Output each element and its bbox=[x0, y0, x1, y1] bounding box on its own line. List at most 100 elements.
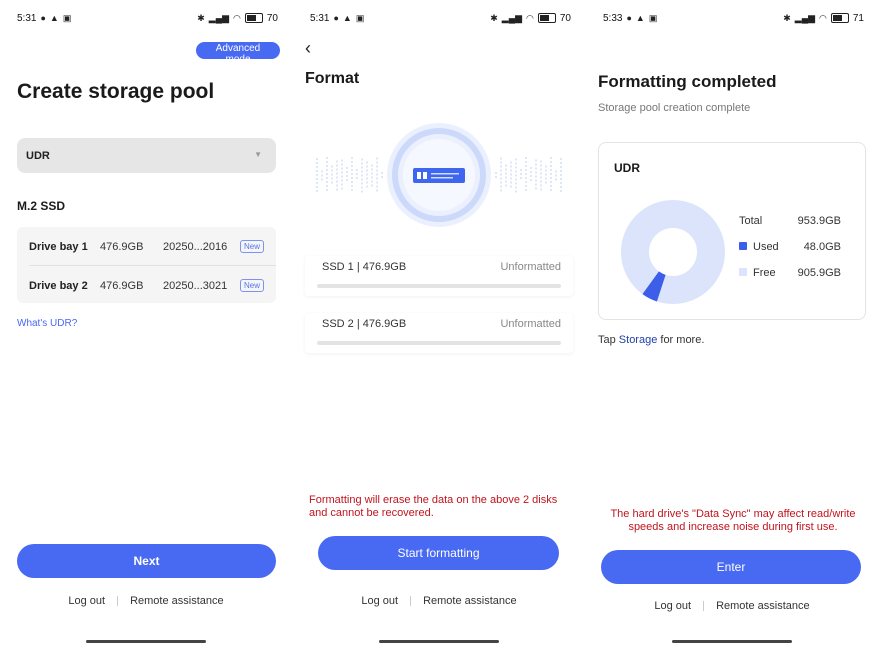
footer-links: Log out Remote assistance bbox=[0, 595, 292, 607]
format-screen: 5:31 ● ▲ ▣ ✱ ▂▄▆ ◠ 70 ‹ Format SSD 1 | 4… bbox=[293, 0, 585, 650]
wifi-icon: ◠ bbox=[526, 12, 534, 23]
wave-dot bbox=[371, 172, 373, 175]
wifi-icon: ◠ bbox=[819, 12, 827, 23]
wave-dot bbox=[535, 175, 537, 178]
wave-dot bbox=[510, 177, 512, 180]
wave-dot bbox=[356, 177, 358, 179]
wave-dot bbox=[560, 182, 562, 184]
formatting-completed-screen: 5:33 ● ▲ ▣ ✱ ▂▄▆ ◠ 71 Formatting complet… bbox=[586, 0, 878, 650]
page-title: Create storage pool bbox=[17, 80, 215, 103]
wave-dot bbox=[316, 190, 318, 192]
battery-level: 70 bbox=[266, 12, 278, 24]
wave-dot bbox=[326, 189, 328, 191]
progress-bar bbox=[317, 341, 561, 345]
drive-size: 476.9GB bbox=[100, 240, 144, 253]
wave-dot bbox=[505, 184, 507, 187]
logout-link[interactable]: Log out bbox=[361, 595, 398, 607]
logout-link[interactable]: Log out bbox=[68, 595, 105, 607]
wave-dot bbox=[505, 172, 507, 175]
wave-dot bbox=[560, 190, 562, 192]
remote-assistance-link[interactable]: Remote assistance bbox=[423, 595, 517, 607]
divider bbox=[410, 596, 412, 606]
wave-dot bbox=[376, 169, 378, 172]
wave-dot bbox=[510, 185, 512, 188]
wave-dot bbox=[525, 185, 527, 187]
notification-icon: ▲ bbox=[635, 13, 645, 23]
wave-dot bbox=[316, 158, 318, 160]
logout-link[interactable]: Log out bbox=[654, 600, 691, 612]
wave-dot bbox=[341, 187, 343, 190]
wave-dot bbox=[540, 164, 542, 167]
drive-list: Drive bay 1 476.9GB 20250...2016 New Dri… bbox=[17, 227, 276, 303]
wave-dot bbox=[515, 158, 517, 161]
wave-dot bbox=[376, 185, 378, 188]
wave-dot bbox=[500, 181, 502, 184]
wave-dot bbox=[540, 176, 542, 179]
wave-dot bbox=[326, 185, 328, 187]
wave-dot bbox=[550, 181, 552, 183]
wave-dot bbox=[326, 157, 328, 159]
free-swatch bbox=[739, 268, 747, 276]
wave-dot bbox=[525, 165, 527, 167]
new-badge: New bbox=[240, 279, 265, 292]
status-time: 5:31 bbox=[17, 12, 37, 24]
wave-dot bbox=[555, 178, 557, 181]
status-bar: 5:31 ● ▲ ▣ ✱ ▂▄▆ ◠ 70 bbox=[17, 10, 278, 26]
wave-dot bbox=[346, 175, 348, 177]
wave-dot bbox=[540, 168, 542, 171]
remote-assistance-link[interactable]: Remote assistance bbox=[130, 595, 224, 607]
pool-card: UDR Total 953.9GB Used 48.0GB Free 905.9… bbox=[598, 142, 866, 320]
enter-button[interactable]: Enter bbox=[601, 550, 861, 584]
list-item: Drive bay 1 476.9GB 20250...2016 New bbox=[29, 240, 267, 253]
wave-dot bbox=[316, 174, 318, 176]
wave-dot bbox=[535, 171, 537, 174]
storage-link[interactable]: Storage bbox=[619, 334, 658, 346]
wave-dot bbox=[371, 184, 373, 187]
next-button[interactable]: Next bbox=[17, 544, 276, 578]
wave-dot bbox=[326, 177, 328, 179]
status-time: 5:33 bbox=[603, 12, 623, 24]
new-badge: New bbox=[240, 240, 265, 253]
wave-dot bbox=[505, 176, 507, 179]
wave-dot bbox=[376, 165, 378, 168]
pool-type-dropdown[interactable]: UDR ▼ bbox=[17, 138, 276, 173]
wave-dot bbox=[515, 182, 517, 185]
wave-dot bbox=[495, 172, 497, 174]
wave-dot bbox=[540, 160, 542, 163]
wave-dot bbox=[351, 173, 353, 175]
wave-dot bbox=[545, 165, 547, 168]
wave-dot bbox=[326, 181, 328, 183]
wave-dot bbox=[555, 174, 557, 177]
free-label: Free bbox=[753, 267, 776, 279]
wave-dot bbox=[336, 176, 338, 179]
pool-name: UDR bbox=[614, 161, 640, 175]
wave-dot bbox=[316, 182, 318, 184]
remote-assistance-link[interactable]: Remote assistance bbox=[716, 600, 810, 612]
wave-dot bbox=[366, 161, 368, 164]
wave-dot bbox=[525, 177, 527, 179]
start-formatting-button[interactable]: Start formatting bbox=[318, 536, 559, 570]
used-value: 48.0GB bbox=[803, 241, 841, 253]
wave-dot bbox=[376, 173, 378, 176]
wave-dot bbox=[356, 173, 358, 175]
back-arrow-icon[interactable]: ‹ bbox=[305, 38, 311, 59]
usage-legend: Total 953.9GB Used 48.0GB Free 905.9GB bbox=[739, 215, 841, 279]
footer-links: Log out Remote assistance bbox=[586, 600, 878, 612]
whats-udr-link[interactable]: What's UDR? bbox=[17, 318, 77, 329]
wave-dot bbox=[361, 162, 363, 165]
wave-dot bbox=[545, 173, 547, 176]
wave-dot bbox=[316, 162, 318, 164]
wave-dot bbox=[371, 164, 373, 167]
wave-dot bbox=[336, 180, 338, 183]
page-title: Format bbox=[305, 70, 360, 87]
storage-hint: Tap Storage for more. bbox=[598, 334, 704, 346]
wave-dot bbox=[520, 173, 522, 175]
wave-dot bbox=[341, 159, 343, 162]
free-row: Free 905.9GB bbox=[739, 267, 841, 279]
wave-dot bbox=[376, 161, 378, 164]
drive-name: Drive bay 1 bbox=[29, 240, 88, 253]
signal-icon: ▂▄▆ bbox=[794, 12, 816, 23]
wave-dot bbox=[530, 167, 532, 169]
advanced-mode-button[interactable]: Advanced mode bbox=[196, 42, 280, 65]
wave-dot bbox=[366, 173, 368, 176]
